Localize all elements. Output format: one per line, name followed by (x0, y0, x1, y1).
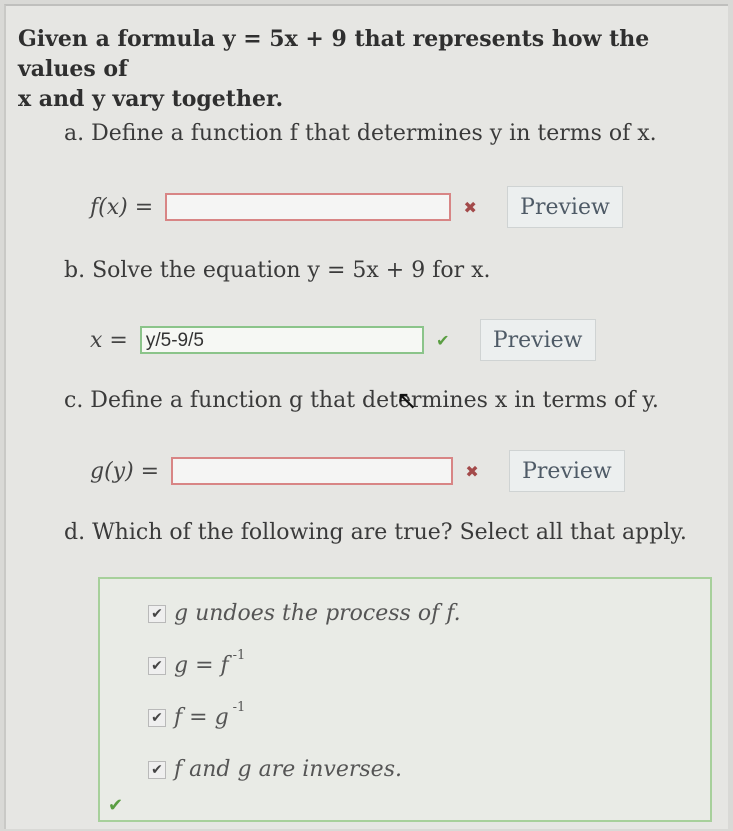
choice-label: g undoes the process of f. (174, 601, 461, 626)
choice-item[interactable]: ✔ g undoes the process of f. (148, 601, 461, 626)
choice-label: g = f (174, 653, 229, 678)
intro-line-2: x and y vary together. (18, 86, 284, 112)
part-a-preview-button[interactable]: Preview (507, 186, 623, 228)
checkbox-checked-icon[interactable]: ✔ (148, 656, 166, 675)
part-b-preview-button[interactable]: Preview (479, 319, 596, 361)
part-b-row: x = y/5-9/5 ✔ Preview (90, 319, 596, 361)
choice-item[interactable]: ✔ f and g are inverses. (148, 757, 402, 782)
part-c-answer-input[interactable] (171, 457, 454, 485)
question-panel: Given a formula y = 5x + 9 that represen… (4, 4, 728, 829)
part-c-lhs: g(y) = (90, 458, 160, 484)
choice-item[interactable]: ✔ g = f -1 (148, 648, 245, 678)
choice-label: f and g are inverses. (174, 757, 402, 782)
correct-check-icon: ✔ (436, 330, 450, 350)
part-b-answer-input[interactable]: y/5-9/5 (139, 326, 424, 354)
part-b-lhs: x = (90, 327, 128, 353)
part-c-preview-button[interactable]: Preview (509, 450, 625, 492)
part-b-prompt: b. Solve the equation y = 5x + 9 for x. (64, 258, 491, 283)
mouse-cursor-icon: ↖ (396, 386, 418, 416)
choice-superscript: -1 (232, 648, 246, 663)
part-a-prompt: a. Define a function f that determines y… (64, 121, 657, 146)
incorrect-x-icon: ✖ (465, 461, 479, 481)
part-d-prompt: d. Which of the following are true? Sele… (64, 520, 687, 545)
incorrect-x-icon: ✖ (463, 197, 477, 217)
choice-label: f = g (174, 705, 229, 730)
part-d-choices: ✔ g undoes the process of f. ✔ g = f -1 … (98, 577, 712, 822)
checkbox-checked-icon[interactable]: ✔ (148, 760, 166, 779)
correct-check-icon: ✔ (108, 795, 124, 816)
part-a-answer-input[interactable] (165, 193, 452, 221)
choice-item[interactable]: ✔ f = g -1 (148, 700, 245, 730)
part-c-row: g(y) = ✖ Preview (90, 450, 625, 492)
choice-superscript: -1 (232, 700, 246, 715)
part-c-prompt: c. Define a function g that determines x… (64, 388, 659, 413)
question-intro: Given a formula y = 5x + 9 that represen… (18, 24, 718, 114)
intro-line-1: Given a formula y = 5x + 9 that represen… (18, 26, 650, 82)
part-a-lhs: f(x) = (90, 194, 154, 220)
checkbox-checked-icon[interactable]: ✔ (148, 708, 166, 727)
part-a-row: f(x) = ✖ Preview (90, 186, 623, 228)
checkbox-checked-icon[interactable]: ✔ (148, 604, 166, 623)
